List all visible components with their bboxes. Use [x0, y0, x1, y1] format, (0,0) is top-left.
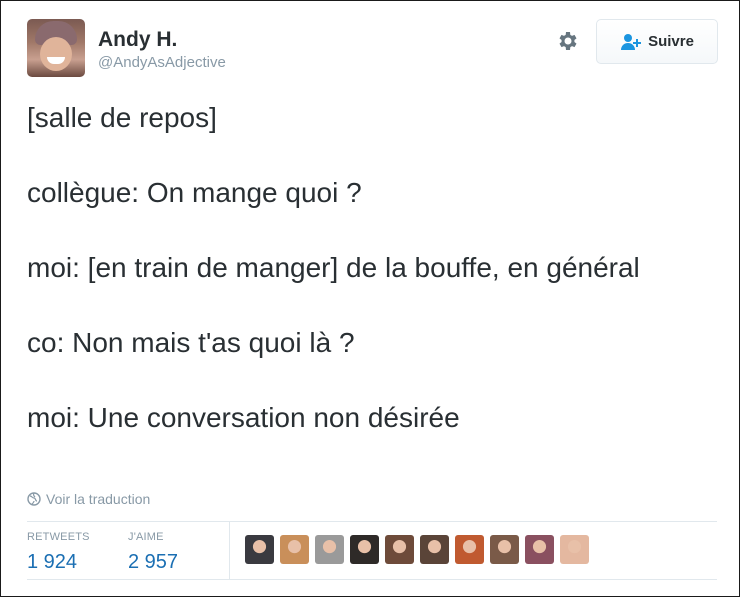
gear-icon[interactable] [556, 29, 580, 53]
liker-avatars [245, 535, 589, 564]
liker-avatar[interactable] [420, 535, 449, 564]
stats-separator [229, 522, 230, 579]
tweet-line: co: Non mais t'as quoi là ? [27, 327, 355, 358]
tweet-line: moi: [en train de manger] de la bouffe, … [27, 252, 640, 283]
retweets-label: RETWEETS [27, 531, 90, 543]
user-handle[interactable]: @AndyAsAdjective [98, 54, 226, 71]
likes-stat[interactable]: J'AIME 2 957 [128, 531, 178, 574]
follow-button[interactable]: Suivre [596, 19, 718, 64]
liker-avatar[interactable] [245, 535, 274, 564]
liker-avatar[interactable] [560, 535, 589, 564]
divider [27, 521, 717, 522]
liker-avatar[interactable] [280, 535, 309, 564]
liker-avatar[interactable] [350, 535, 379, 564]
avatar-face [40, 37, 72, 71]
liker-avatar[interactable] [525, 535, 554, 564]
tweet-text: [salle de repos] collègue: On mange quoi… [27, 99, 717, 437]
divider [27, 579, 717, 580]
follow-button-label: Suivre [648, 33, 694, 50]
avatar[interactable] [27, 19, 85, 77]
retweets-stat[interactable]: RETWEETS 1 924 [27, 531, 90, 574]
user-name[interactable]: Andy H. [98, 28, 177, 52]
translate-label: Voir la traduction [46, 491, 151, 507]
likes-count: 2 957 [128, 551, 179, 573]
likes-label: J'AIME [128, 531, 164, 543]
liker-avatar[interactable] [455, 535, 484, 564]
tweet-line: moi: Une conversation non désirée [27, 402, 460, 433]
liker-avatar[interactable] [490, 535, 519, 564]
globe-icon [27, 492, 41, 506]
user-add-icon [621, 33, 642, 50]
retweets-count: 1 924 [27, 551, 78, 573]
translate-link[interactable]: Voir la traduction [27, 491, 150, 507]
tweet-line: collègue: On mange quoi ? [27, 177, 362, 208]
tweet-card: Andy H. @AndyAsAdjective Suivre [salle d… [0, 0, 740, 597]
liker-avatar[interactable] [315, 535, 344, 564]
liker-avatar[interactable] [385, 535, 414, 564]
tweet-line: [salle de repos] [27, 102, 217, 133]
